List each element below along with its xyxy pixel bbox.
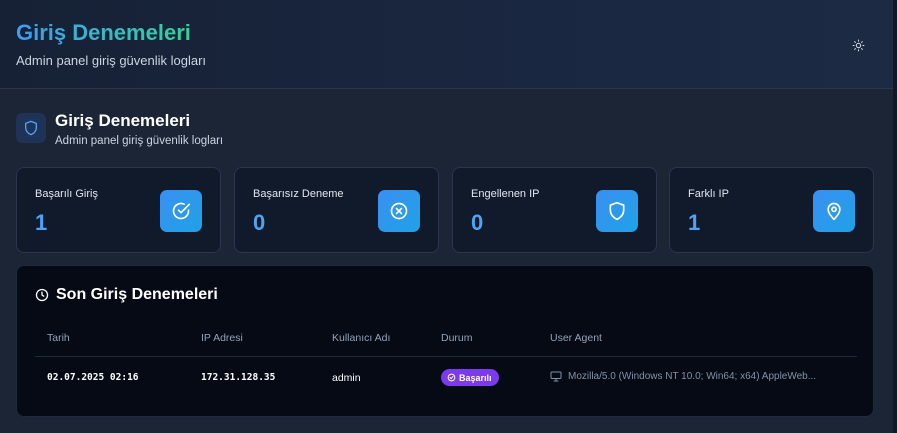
panel-title: Son Giriş Denemeleri: [35, 286, 218, 304]
stat-value: 1: [688, 210, 701, 235]
theme-toggle-button[interactable]: [849, 36, 867, 54]
status-badge: Başarılı: [441, 369, 499, 386]
stat-icon-box: [596, 190, 638, 232]
cell-user-agent: Mozilla/5.0 (Windows NT 10.0; Win64; x64…: [550, 371, 816, 382]
stat-card-successful-logins: Başarılı Giriş 1: [16, 167, 221, 253]
status-badge-label: Başarılı: [459, 372, 492, 383]
page-title: Giriş Denemeleri: [16, 20, 191, 45]
column-header-ip[interactable]: IP Adresi: [201, 332, 243, 344]
stat-card-blocked-ips: Engellenen IP 0: [452, 167, 657, 253]
stat-icon-box: [378, 190, 420, 232]
stat-value: 0: [253, 210, 266, 235]
stat-value: 1: [35, 210, 48, 235]
user-agent-text: Mozilla/5.0 (Windows NT 10.0; Win64; x64…: [568, 371, 817, 382]
sun-icon: [852, 39, 864, 51]
section-icon-box: [16, 113, 46, 143]
section-subtitle: Admin panel giriş güvenlik logları: [55, 135, 224, 147]
recent-attempts-panel: Son Giriş Denemeleri Tarih IP Adresi Kul…: [16, 265, 874, 417]
shield-icon: [25, 120, 37, 136]
stat-label: Engellenen IP: [471, 188, 540, 200]
column-header-date[interactable]: Tarih: [47, 332, 70, 344]
scrollbar[interactable]: [893, 0, 897, 433]
stat-label: Başarısız Deneme: [253, 188, 344, 200]
stat-label: Başarılı Giriş: [35, 188, 98, 200]
top-header: Giriş Denemeleri Admin panel giriş güven…: [0, 0, 893, 89]
column-header-username[interactable]: Kullanıcı Adı: [332, 332, 390, 344]
check-circle-icon: [447, 373, 456, 382]
column-header-status[interactable]: Durum: [441, 332, 473, 344]
clock-icon: [35, 288, 49, 302]
stat-card-unique-ips: Farklı IP 1: [669, 167, 874, 253]
column-header-user-agent[interactable]: User Agent: [550, 332, 602, 344]
stat-label: Farklı IP: [688, 188, 729, 200]
cell-ip: 172.31.128.35: [201, 372, 276, 383]
section-title: Giriş Denemeleri: [55, 111, 191, 130]
page-subtitle: Admin panel giriş güvenlik logları: [16, 53, 207, 68]
map-pin-icon: [827, 202, 841, 221]
stat-value: 0: [471, 210, 484, 235]
check-circle-icon: [172, 202, 191, 220]
stat-icon-box: [160, 190, 202, 232]
cell-username: admin: [332, 372, 361, 384]
x-circle-icon: [390, 202, 408, 220]
monitor-icon: [550, 371, 562, 382]
stat-icon-box: [813, 190, 855, 232]
cell-date: 02.07.2025 02:16: [47, 372, 139, 383]
stat-card-failed-attempts: Başarısız Deneme 0: [234, 167, 439, 253]
panel-title-text: Son Giriş Denemeleri: [56, 286, 218, 303]
shield-icon: [609, 201, 625, 221]
table-header-divider: [35, 356, 857, 357]
